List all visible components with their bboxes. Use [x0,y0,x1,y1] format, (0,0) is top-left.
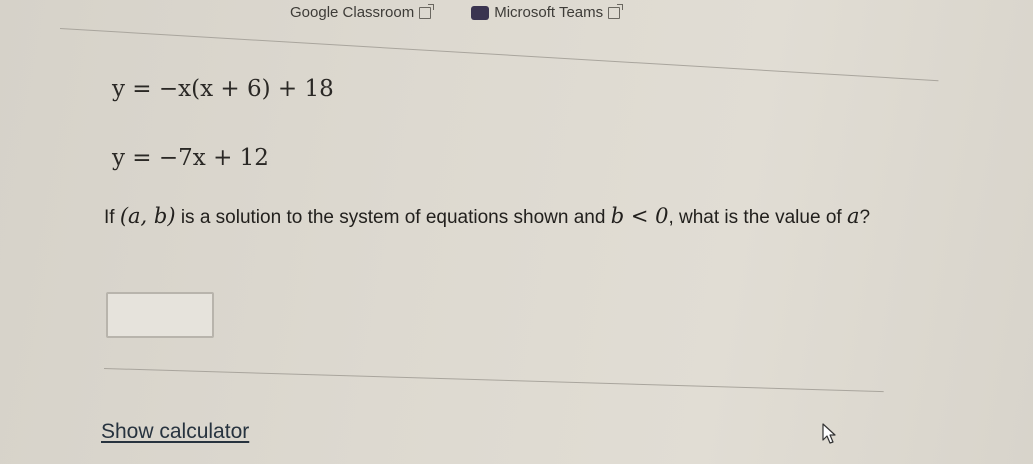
top-divider [59,28,939,82]
question-part-4: ? [859,207,871,228]
mouse-cursor-icon [822,423,836,444]
teams-icon [471,5,490,20]
math-condition: b < 0 [610,204,669,228]
equation-1: y = −x(x + 6) + 18 [112,76,334,102]
equation-2: y = −7x + 12 [112,145,269,171]
question-part-1: If [104,207,115,228]
external-link-icon [419,3,435,19]
question-text: If (a, b) is a solution to the system of… [104,205,904,229]
question-part-3: , what is the value of [668,207,842,228]
bottom-divider [103,368,884,393]
google-classroom-link[interactable]: Google Classroom [290,3,435,21]
show-calculator-link[interactable]: Show calculator [101,420,249,444]
google-classroom-label: Google Classroom [290,4,415,21]
share-links: Google Classroom Microsoft Teams [290,3,624,21]
question-part-2: is a solution to the system of equations… [180,207,606,228]
math-ordered-pair: (a, b) [119,204,176,228]
math-variable: a [846,204,860,228]
answer-input[interactable] [106,292,214,338]
external-link-icon [608,3,624,19]
microsoft-teams-label: Microsoft Teams [494,4,604,21]
microsoft-teams-link[interactable]: Microsoft Teams [471,3,624,21]
